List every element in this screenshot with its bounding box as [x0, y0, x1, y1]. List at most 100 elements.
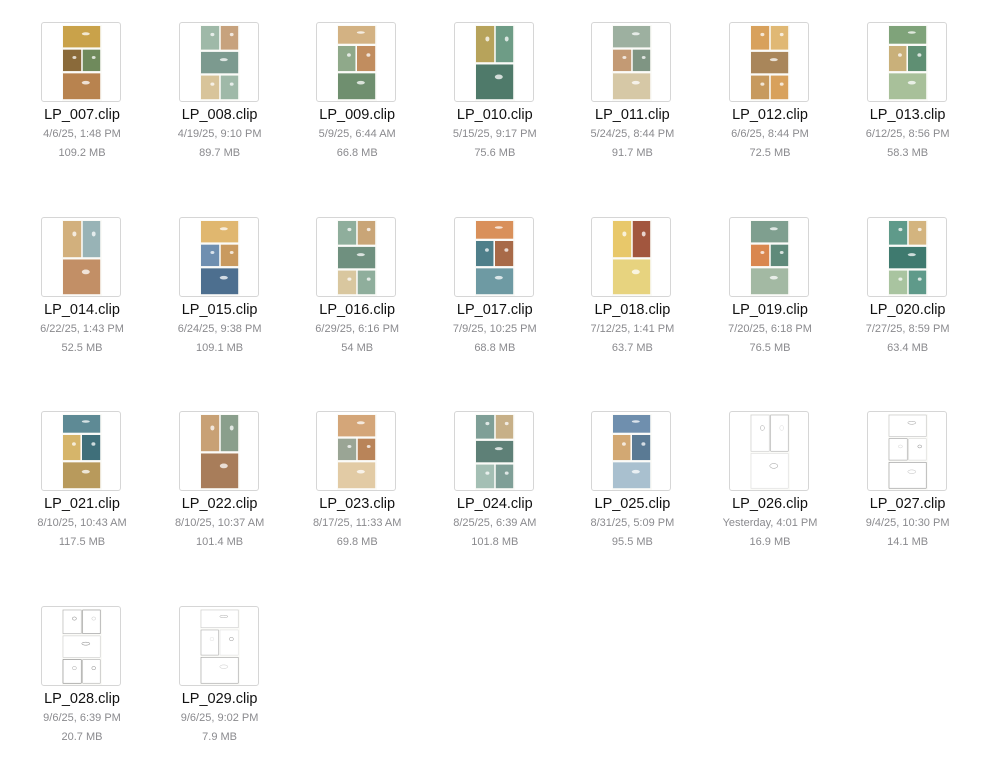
file-item[interactable]: LP_025.clip 8/31/25, 5:09 PM 95.5 MB — [567, 411, 697, 596]
file-thumbnail[interactable] — [316, 22, 397, 102]
file-size: 109.1 MB — [196, 341, 244, 354]
file-name: LP_007.clip — [44, 107, 120, 123]
file-thumbnail[interactable] — [729, 411, 809, 492]
file-size: 68.8 MB — [474, 341, 516, 354]
file-thumbnail[interactable] — [866, 216, 947, 297]
comic-page-preview — [474, 219, 515, 296]
file-size: 58.3 MB — [887, 147, 929, 159]
file-item[interactable]: LP_028.clip 9/6/25, 6:39 PM 20.7 MB — [17, 606, 147, 769]
file-modified-date: 5/9/25, 6:44 AM — [318, 128, 396, 140]
file-modified-date: 8/25/25, 6:39 AM — [453, 517, 537, 530]
comic-page-preview — [199, 25, 240, 101]
file-thumbnail[interactable] — [178, 22, 259, 102]
file-modified-date: 6/6/25, 8:44 PM — [731, 128, 809, 140]
file-name: LP_015.clip — [181, 301, 258, 318]
file-item[interactable]: LP_014.clip 6/22/25, 1:43 PM 52.5 MB — [17, 216, 147, 402]
file-thumbnail[interactable] — [41, 411, 121, 492]
file-thumbnail[interactable] — [866, 22, 947, 102]
file-thumbnail[interactable] — [591, 411, 672, 492]
file-thumbnail[interactable] — [453, 22, 534, 102]
file-size: 7.9 MB — [202, 731, 238, 744]
file-size: 101.4 MB — [196, 536, 244, 549]
file-thumbnail[interactable] — [591, 22, 672, 102]
file-item[interactable]: LP_024.clip 8/25/25, 6:39 AM 101.8 MB — [430, 411, 560, 596]
file-thumbnail[interactable] — [316, 216, 397, 297]
file-size: 52.5 MB — [61, 341, 103, 354]
file-size: 20.7 MB — [61, 731, 103, 744]
file-size: 109.2 MB — [58, 147, 106, 159]
file-name: LP_018.clip — [594, 301, 671, 318]
file-size: 72.5 MB — [749, 147, 791, 159]
file-modified-date: 7/12/25, 1:41 PM — [590, 322, 675, 335]
file-thumbnail[interactable] — [41, 216, 121, 297]
file-name: LP_022.clip — [181, 496, 258, 513]
comic-page-preview — [612, 25, 653, 101]
file-item[interactable]: LP_011.clip 5/24/25, 8:44 PM 91.7 MB — [567, 22, 697, 207]
file-name: LP_029.clip — [181, 691, 258, 708]
file-size: 95.5 MB — [611, 536, 653, 549]
file-name: LP_026.clip — [732, 496, 808, 513]
file-name: LP_009.clip — [319, 107, 396, 123]
file-modified-date: 7/9/25, 10:25 PM — [452, 322, 537, 335]
file-thumbnail[interactable] — [178, 411, 259, 492]
file-item[interactable]: LP_012.clip 6/6/25, 8:44 PM 72.5 MB — [705, 22, 835, 207]
file-name: LP_028.clip — [44, 691, 120, 708]
file-thumbnail[interactable] — [178, 216, 259, 297]
comic-page-preview — [474, 25, 515, 101]
file-thumbnail[interactable] — [729, 216, 809, 297]
file-thumbnail[interactable] — [41, 22, 121, 102]
comic-page-preview — [62, 25, 102, 101]
file-item[interactable]: LP_026.clip Yesterday, 4:01 PM 16.9 MB — [705, 411, 835, 596]
file-item[interactable]: LP_023.clip 8/17/25, 11:33 AM 69.8 MB — [292, 411, 422, 596]
file-item[interactable]: LP_007.clip 4/6/25, 1:48 PM 109.2 MB — [17, 22, 147, 207]
comic-page-preview — [62, 414, 102, 491]
file-modified-date: 9/6/25, 9:02 PM — [180, 712, 259, 725]
file-item[interactable]: LP_016.clip 6/29/25, 6:16 PM 54 MB — [292, 216, 422, 402]
file-item[interactable]: LP_019.clip 7/20/25, 6:18 PM 76.5 MB — [705, 216, 835, 402]
comic-page-preview — [199, 609, 240, 686]
file-modified-date: 6/29/25, 6:16 PM — [315, 322, 400, 335]
comic-page-preview — [887, 219, 928, 296]
comic-page-preview — [62, 609, 102, 686]
file-item[interactable]: LP_029.clip 9/6/25, 9:02 PM 7.9 MB — [155, 606, 285, 769]
file-item[interactable]: LP_022.clip 8/10/25, 10:37 AM 101.4 MB — [155, 411, 285, 596]
file-size: 54 MB — [341, 341, 374, 354]
file-thumbnail[interactable] — [41, 606, 121, 687]
file-modified-date: 8/10/25, 10:43 AM — [37, 517, 127, 530]
file-thumbnail[interactable] — [453, 216, 534, 297]
file-name: LP_012.clip — [732, 107, 808, 123]
file-name: LP_014.clip — [44, 301, 120, 318]
file-size: 63.7 MB — [611, 341, 653, 354]
file-name: LP_025.clip — [594, 496, 671, 513]
file-modified-date: 7/20/25, 6:18 PM — [728, 322, 812, 335]
file-item[interactable]: LP_009.clip 5/9/25, 6:44 AM 66.8 MB — [292, 22, 422, 207]
comic-page-preview — [887, 414, 928, 491]
file-modified-date: 6/24/25, 9:38 PM — [177, 322, 262, 335]
file-thumbnail[interactable] — [729, 22, 809, 102]
file-item[interactable]: LP_021.clip 8/10/25, 10:43 AM 117.5 MB — [17, 411, 147, 596]
file-modified-date: 4/6/25, 1:48 PM — [43, 128, 121, 140]
file-item[interactable]: LP_008.clip 4/19/25, 9:10 PM 89.7 MB — [155, 22, 285, 207]
file-item[interactable]: LP_027.clip 9/4/25, 10:30 PM 14.1 MB — [843, 411, 973, 596]
file-modified-date: 9/6/25, 6:39 PM — [43, 712, 121, 725]
file-modified-date: 6/22/25, 1:43 PM — [40, 322, 124, 335]
file-item[interactable]: LP_018.clip 7/12/25, 1:41 PM 63.7 MB — [567, 216, 697, 402]
file-name: LP_016.clip — [319, 301, 396, 318]
file-name: LP_024.clip — [456, 496, 533, 513]
file-thumbnail[interactable] — [178, 606, 259, 687]
file-item[interactable]: LP_015.clip 6/24/25, 9:38 PM 109.1 MB — [155, 216, 285, 402]
file-size: 63.4 MB — [887, 341, 929, 354]
file-thumbnail[interactable] — [453, 411, 534, 492]
file-thumbnail[interactable] — [316, 411, 397, 492]
file-name: LP_023.clip — [319, 496, 396, 513]
file-item[interactable]: LP_013.clip 6/12/25, 8:56 PM 58.3 MB — [843, 22, 973, 207]
file-name: LP_020.clip — [869, 301, 946, 318]
file-thumbnail[interactable] — [866, 411, 947, 492]
file-item[interactable]: LP_010.clip 5/15/25, 9:17 PM 75.6 MB — [430, 22, 560, 207]
file-item[interactable]: LP_017.clip 7/9/25, 10:25 PM 68.8 MB — [430, 216, 560, 402]
comic-page-preview — [62, 219, 102, 296]
file-item[interactable]: LP_020.clip 7/27/25, 8:59 PM 63.4 MB — [843, 216, 973, 402]
file-name: LP_010.clip — [456, 107, 533, 123]
comic-page-preview — [887, 25, 928, 101]
file-thumbnail[interactable] — [591, 216, 672, 297]
